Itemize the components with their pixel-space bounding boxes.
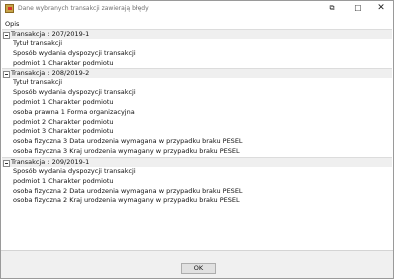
title-bar: Dane wybranych transakcji zawierają błęd…	[1, 1, 393, 17]
error-item[interactable]: osoba fizyczna 2 Kraj urodzenia wymagany…	[2, 196, 392, 206]
collapse-toggle-icon[interactable]	[3, 71, 10, 79]
app-icon	[5, 4, 14, 13]
error-item[interactable]: podmiot 1 Charakter podmiotu	[2, 98, 392, 108]
transaction-group-row[interactable]: Transakcja : 208/2019-2	[2, 68, 392, 79]
column-header-opis: Opis	[5, 20, 20, 28]
footer-divider	[1, 250, 393, 251]
error-item[interactable]: osoba fizyczna 3 Kraj urodzenia wymagany…	[2, 147, 392, 157]
error-item[interactable]: podmiot 1 Charakter podmiotu	[2, 177, 392, 187]
error-tree: Transakcja : 207/2019-1 Tytuł transakcji…	[2, 29, 392, 206]
error-item[interactable]: podmiot 3 Charakter podmiotu	[2, 127, 392, 137]
window-title: Dane wybranych transakcji zawierają błęd…	[18, 5, 149, 12]
collapse-toggle-icon[interactable]	[3, 32, 10, 39]
transaction-group-title: Transakcja : 209/2019-1	[11, 157, 90, 166]
restore-button[interactable]: ⧉	[323, 2, 341, 15]
error-item[interactable]: podmiot 1 Charakter podmiotu	[2, 59, 392, 69]
error-item[interactable]: osoba prawna 1 Forma organizacyjna	[2, 108, 392, 118]
error-dialog: Dane wybranych transakcji zawierają błęd…	[0, 0, 394, 279]
transaction-group-row[interactable]: Transakcja : 207/2019-1	[2, 29, 392, 39]
error-item[interactable]: Sposób wydania dyspozycji transakcji	[2, 88, 392, 98]
error-item[interactable]: Sposób wydania dyspozycji transakcji	[2, 49, 392, 59]
error-item[interactable]: osoba fizyczna 3 Data urodzenia wymagana…	[2, 137, 392, 147]
error-item[interactable]: Sposób wydania dyspozycji transakcji	[2, 167, 392, 177]
error-item[interactable]: Tytuł transakcji	[2, 78, 392, 88]
collapse-toggle-icon[interactable]	[3, 159, 10, 167]
error-item[interactable]: Tytuł transakcji	[2, 39, 392, 49]
close-button[interactable]: ✕	[372, 2, 390, 15]
error-item[interactable]: osoba fizyczna 2 Data urodzenia wymagana…	[2, 187, 392, 197]
error-item[interactable]: podmiot 2 Charakter podmiotu	[2, 118, 392, 128]
transaction-group-title: Transakcja : 208/2019-2	[11, 69, 90, 78]
error-list-panel: Opis Transakcja : 207/2019-1 Tytuł trans…	[1, 17, 393, 250]
transaction-group-title: Transakcja : 207/2019-1	[11, 30, 90, 38]
ok-button[interactable]: OK	[181, 263, 216, 274]
maximize-button[interactable]: ☐	[349, 2, 367, 15]
transaction-group-row[interactable]: Transakcja : 209/2019-1	[2, 156, 392, 167]
